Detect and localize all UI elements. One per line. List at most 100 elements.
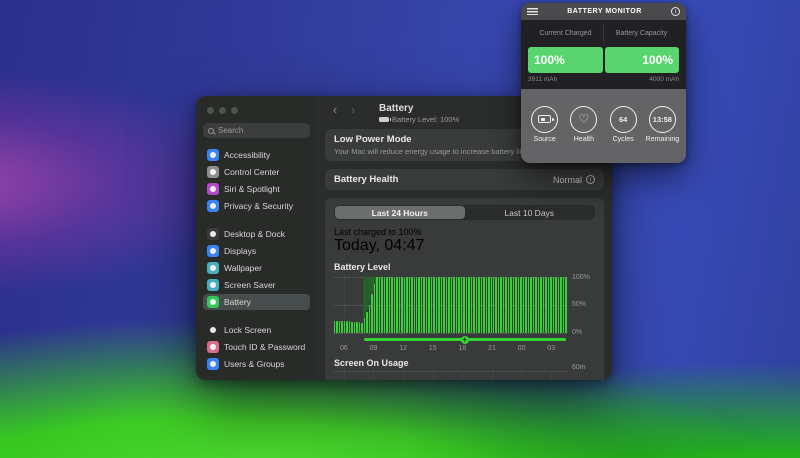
vertical-gridline <box>432 372 434 380</box>
settings-sidebar: Accessibility Control Center Siri & Spotli… <box>196 96 317 380</box>
battery-level-section-title: Battery Level <box>334 262 391 272</box>
info-icon[interactable]: i <box>671 7 680 16</box>
sidebar-item-label: Control Center <box>224 167 280 177</box>
sidebar-item-label: Privacy & Security <box>224 201 293 211</box>
battery-capacity-label: Battery Capacity <box>615 30 668 37</box>
sidebar-item-lock-screen[interactable]: Lock Screen <box>203 322 310 338</box>
vertical-gridline <box>403 372 405 380</box>
x-tick-label: 12 <box>399 345 408 352</box>
sidebar-item-label: Accessibility <box>224 150 271 160</box>
sidebar-item-battery[interactable]: Battery <box>203 294 310 310</box>
sidebar-item-label: Battery <box>224 297 251 307</box>
vertical-gridline <box>491 372 493 380</box>
sidebar-item-label: Screen Saver <box>224 280 276 290</box>
tab-last-24-hours[interactable]: Last 24 Hours <box>335 206 465 219</box>
x-tick-label: 06 <box>339 345 348 352</box>
sidebar-item-icon <box>207 149 219 161</box>
battery-health-label: Battery Health <box>334 174 399 185</box>
x-tick-label: 03 <box>547 345 556 352</box>
charging-period-row <box>334 335 567 344</box>
x-tick-label: 00 <box>517 345 526 352</box>
last-charged-block: Last charged to 100% Today, 04:47 <box>334 227 595 255</box>
battery-capacity-bar: 100% <box>604 47 679 73</box>
stat-remaining: 13:58 Remaining <box>643 105 682 143</box>
remaining-value: 13:58 <box>648 105 676 133</box>
vertical-gridline <box>551 372 553 380</box>
sidebar-item-label: Siri & Spotlight <box>224 184 280 194</box>
battery-level-chart: 100% 50% 0% <box>334 274 595 336</box>
current-charged-mah: 3911 mAh <box>528 76 558 83</box>
battery-icon <box>538 115 554 123</box>
tab-last-10-days[interactable]: Last 10 Days <box>465 206 595 219</box>
sidebar-item-touch-id-password[interactable]: Touch ID & Password <box>203 339 310 355</box>
sidebar-item-icon <box>207 262 219 274</box>
vertical-gridline <box>462 372 464 380</box>
sidebar-item-siri-spotlight[interactable]: Siri & Spotlight <box>203 181 310 197</box>
sidebar-item-users-groups[interactable]: Users & Groups <box>203 356 310 372</box>
time-range-segmented-control: Last 24 Hours Last 10 Days <box>334 205 595 220</box>
current-charged-label: Current Charged <box>528 25 604 43</box>
stat-health: ♡ Health <box>564 105 603 143</box>
vertical-gridline <box>373 372 375 380</box>
sidebar-item-control-center[interactable]: Control Center <box>203 164 310 180</box>
screen-on-plot <box>334 371 567 380</box>
heart-icon: ♡ <box>578 112 590 126</box>
info-icon[interactable]: i <box>586 175 595 184</box>
vertical-gridline <box>343 372 345 380</box>
page-title-block: Battery Battery Level: 100% <box>379 103 459 124</box>
sidebar-item-icon <box>207 166 219 178</box>
gridline-0 <box>334 333 567 334</box>
sidebar-item-label: Lock Screen <box>224 325 272 335</box>
battery-level-plot <box>334 277 567 334</box>
search-input[interactable] <box>218 126 305 135</box>
close-button[interactable] <box>207 107 214 114</box>
last-charged-title: Last charged to 100% <box>334 227 422 237</box>
hamburger-icon[interactable] <box>527 8 538 15</box>
battery-capacity-mah: 4000 mAh <box>649 76 679 83</box>
sidebar-item-screen-saver[interactable]: Screen Saver <box>203 277 310 293</box>
sidebar-item-displays[interactable]: Displays <box>203 243 310 259</box>
sidebar-item-icon <box>207 279 219 291</box>
zoom-button[interactable] <box>231 107 238 114</box>
sidebar-item-icon <box>207 183 219 195</box>
back-button[interactable]: ‹ <box>329 103 341 116</box>
y-tick-50: 50% <box>572 301 587 308</box>
desktop: Accessibility Control Center Siri & Spotli… <box>0 0 800 458</box>
stat-health-label: Health <box>573 135 594 143</box>
sidebar-item-label: Touch ID & Password <box>224 342 306 352</box>
sidebar-item-desktop-dock[interactable]: Desktop & Dock <box>203 226 310 242</box>
sidebar-item-accessibility[interactable]: Accessibility <box>203 147 310 163</box>
last-charged-time: Today, 04:47 <box>334 237 425 254</box>
sidebar-item-icon <box>207 324 219 336</box>
widget-title: BATTERY MONITOR <box>567 8 642 15</box>
stat-source-label: Source <box>533 135 556 143</box>
charging-period-bar <box>363 335 566 344</box>
forward-button[interactable]: › <box>347 103 359 116</box>
sidebar-item-wallpaper[interactable]: Wallpaper <box>203 260 310 276</box>
stat-source: Source <box>525 105 564 143</box>
x-tick-label: 09 <box>369 345 378 352</box>
minimize-button[interactable] <box>219 107 226 114</box>
sidebar-item-icon <box>207 200 219 212</box>
sidebar-item-icon <box>207 245 219 257</box>
stat-remaining-label: Remaining <box>645 135 680 143</box>
stat-cycles-label: Cycles <box>612 135 634 143</box>
widget-titlebar: BATTERY MONITOR i <box>521 3 686 20</box>
sidebar-item-icon <box>207 341 219 353</box>
search-field[interactable] <box>203 123 310 138</box>
sidebar-item-icon <box>207 358 219 370</box>
battery-icon <box>379 117 391 122</box>
sidebar-item-privacy-security[interactable]: Privacy & Security <box>203 198 310 214</box>
x-tick-label: 21 <box>488 345 496 352</box>
x-tick-label: 18 <box>458 345 467 352</box>
window-controls <box>203 104 310 123</box>
sidebar-item-label: Users & Groups <box>224 359 285 369</box>
x-axis-ticks: 06 09 12 15 18 21 00 03 <box>334 343 567 354</box>
battery-level-subtitle: Battery Level: 100% <box>392 115 460 124</box>
vertical-gridline <box>521 372 523 380</box>
sidebar-nav: Accessibility Control Center Siri & Spotli… <box>203 147 310 372</box>
sidebar-item-label: Displays <box>224 246 257 256</box>
page-title: Battery <box>379 103 414 114</box>
x-tick-label: 15 <box>428 345 437 352</box>
sidebar-item-label: Wallpaper <box>224 263 262 273</box>
